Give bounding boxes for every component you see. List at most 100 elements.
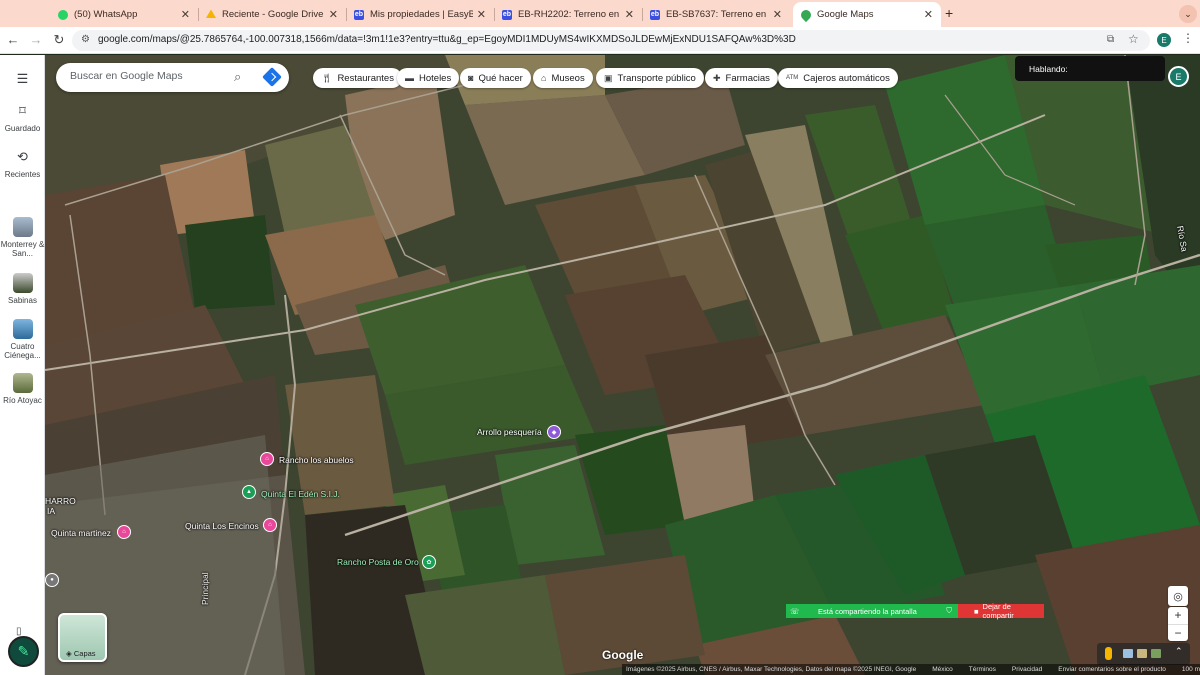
url-text[interactable]: google.com/maps/@25.7865764,-100.007318,… [98, 34, 796, 45]
menu-button[interactable]: ☰ [0, 69, 45, 92]
chip-atms[interactable]: ATM Cajeros automáticos [778, 68, 898, 88]
tab-whatsapp[interactable]: (50) WhatsApp ✕ [50, 2, 198, 27]
park-pin-icon[interactable]: ▲ [242, 485, 256, 499]
chip-hotels[interactable]: ▬ Hoteles [397, 68, 460, 88]
hotel-pin-icon[interactable]: ⌂ [260, 452, 274, 466]
recent-place-cuatro-cienegas[interactable]: Cuatro Ciénega... [0, 319, 45, 360]
recent-place-rio-atoyac[interactable]: Río Atoyac [0, 373, 45, 405]
close-icon[interactable]: ✕ [329, 8, 338, 21]
street-label-principal: Principal [200, 572, 210, 605]
feedback-link[interactable]: Enviar comentarios sobre el producto [1058, 666, 1166, 673]
close-icon[interactable]: ✕ [181, 8, 190, 21]
imagery-thumbnail[interactable] [1123, 649, 1133, 658]
close-icon[interactable]: ✕ [773, 8, 782, 21]
imagery-thumbnail[interactable] [1137, 649, 1147, 658]
scale-indicator[interactable]: 100 m [1182, 666, 1200, 673]
place-thumbnail [12, 217, 33, 237]
tab-title: EB-SB7637: Terreno en Ramos [666, 9, 769, 20]
screen-share-message: ☏ Está compartiendo la pantalla ⛉ [786, 604, 958, 618]
recent-place-monterrey[interactable]: Monterrey & San... [0, 217, 45, 258]
terms-link[interactable]: Términos [969, 666, 996, 673]
pharmacy-icon: ✚ [713, 72, 721, 83]
search-box[interactable]: ⌕ [56, 63, 289, 92]
search-input[interactable] [70, 70, 220, 82]
place-label-charro: HARRO [45, 496, 76, 506]
close-icon[interactable]: ✕ [477, 8, 486, 21]
whatsapp-icon [58, 9, 68, 20]
install-app-icon[interactable]: ⧉ [1107, 34, 1114, 45]
place-label: Monterrey & San... [0, 240, 45, 258]
stop-sharing-button[interactable]: ■ Dejar de compartir [958, 602, 1044, 620]
tab-eb-rh2202[interactable]: eb EB-RH2202: Terreno en Venta ✕ [494, 2, 642, 27]
imagery-thumbnail[interactable] [1151, 649, 1161, 658]
chip-museums[interactable]: ⌂ Museos [533, 68, 593, 88]
close-icon[interactable]: ✕ [924, 8, 933, 21]
street-view-tray: ⌃ [1097, 643, 1190, 665]
satellite-map[interactable]: Arrollo pesquería Rancho los abuelos Qui… [45, 55, 1200, 675]
bookmark-star-icon[interactable]: ☆ [1128, 32, 1139, 46]
speaking-label: Hablando: [1029, 64, 1068, 74]
tab-google-drive[interactable]: Reciente - Google Drive ✕ [198, 2, 346, 27]
hotel-pin-icon[interactable]: ⌂ [117, 525, 131, 539]
fishing-pin-icon[interactable]: ◆ [547, 425, 561, 439]
tab-easybroker-properties[interactable]: eb Mis propiedades | EasyBroker ✕ [346, 2, 494, 27]
chip-things-to-do[interactable]: ◙ Qué hacer [460, 68, 531, 88]
tab-search-icon[interactable]: ⌄ [1179, 5, 1197, 23]
layers-label: ◈ Capas [66, 649, 96, 658]
tab-google-maps[interactable]: Google Maps ✕ [793, 2, 941, 27]
museum-icon: ⌂ [541, 73, 547, 83]
pegman-icon[interactable] [1105, 647, 1112, 660]
browser-menu-icon[interactable]: ⋮ [1182, 31, 1194, 45]
new-tab-button[interactable]: + [945, 5, 953, 21]
maps-icon [798, 7, 814, 22]
tab-title: Reciente - Google Drive [222, 9, 324, 20]
zoom-in-button[interactable]: + [1168, 607, 1188, 624]
atm-icon: ATM [786, 75, 799, 81]
profile-avatar[interactable]: E [1157, 33, 1171, 47]
attribution-bar: Imágenes ©2025 Airbus, CNES / Airbus, Ma… [622, 664, 1200, 675]
saved-button[interactable]: ⌑ Guardado [0, 101, 45, 133]
annotate-pencil-icon[interactable]: ✎ [8, 636, 39, 667]
place-label-rancho-los-abuelos[interactable]: Rancho los abuelos [279, 455, 354, 465]
park-pin-icon[interactable]: ✿ [422, 555, 436, 569]
saved-label: Guardado [4, 124, 41, 133]
address-bar[interactable]: ⚙ google.com/maps/@25.7865764,-100.00731… [72, 30, 1150, 51]
location-pin-icon[interactable]: ● [45, 573, 59, 587]
speaking-indicator: Hablando: [1015, 56, 1165, 81]
satellite-imagery [45, 55, 1200, 675]
chip-pharmacies[interactable]: ✚ Farmacias [705, 68, 778, 88]
directions-icon[interactable] [262, 67, 282, 87]
hotel-pin-icon[interactable]: ⌂ [263, 518, 277, 532]
my-location-button[interactable]: ◎ [1168, 586, 1188, 606]
chip-restaurants[interactable]: 🍴︎ Restaurantes [313, 68, 402, 88]
easybroker-icon: eb [502, 9, 512, 20]
crosshair-icon: ◎ [1173, 590, 1183, 603]
place-label-arrollo-pesqueria[interactable]: Arrollo pesquería [477, 427, 542, 437]
chip-public-transport[interactable]: ▣ Transporte público [596, 68, 704, 88]
place-label-rancho-posta-de-oro[interactable]: Rancho Posta de Oro [337, 557, 419, 567]
place-label-quinta-el-eden[interactable]: Quinta El Edén S.I.J. [261, 489, 340, 499]
tab-eb-sb7637[interactable]: eb EB-SB7637: Terreno en Ramos ✕ [642, 2, 790, 27]
site-settings-icon[interactable]: ⚙ [81, 34, 90, 45]
imagery-attribution: Imágenes ©2025 Airbus, CNES / Airbus, Ma… [626, 666, 917, 673]
reload-icon[interactable]: ↻ [51, 32, 67, 48]
country-link[interactable]: México [932, 666, 953, 673]
zoom-out-button[interactable]: − [1168, 624, 1188, 641]
place-label: Sabinas [8, 296, 37, 305]
layers-button[interactable]: ◈ Capas [58, 613, 107, 662]
forward-icon[interactable]: → [28, 32, 44, 47]
place-label-quinta-los-encinos[interactable]: Quinta Los Encinos [185, 521, 259, 531]
camera-icon: ◙ [468, 73, 474, 83]
privacy-link[interactable]: Privacidad [1012, 666, 1042, 673]
place-label-quinta-martinez[interactable]: Quinta martinez [51, 528, 111, 538]
account-avatar[interactable]: E [1168, 66, 1189, 87]
expand-chevron-icon[interactable]: ⌃ [1175, 646, 1183, 657]
close-icon[interactable]: ✕ [625, 8, 634, 21]
place-thumbnail [12, 273, 33, 293]
tab-title: EB-RH2202: Terreno en Venta [518, 9, 621, 20]
screen-share-bar: ☏ Está compartiendo la pantalla ⛉ ■ Deja… [786, 602, 1044, 620]
search-icon[interactable]: ⌕ [234, 69, 241, 85]
recent-place-sabinas[interactable]: Sabinas [0, 273, 45, 305]
back-icon[interactable]: ← [5, 32, 21, 47]
recent-button[interactable]: ⟲ Recientes [0, 147, 45, 179]
